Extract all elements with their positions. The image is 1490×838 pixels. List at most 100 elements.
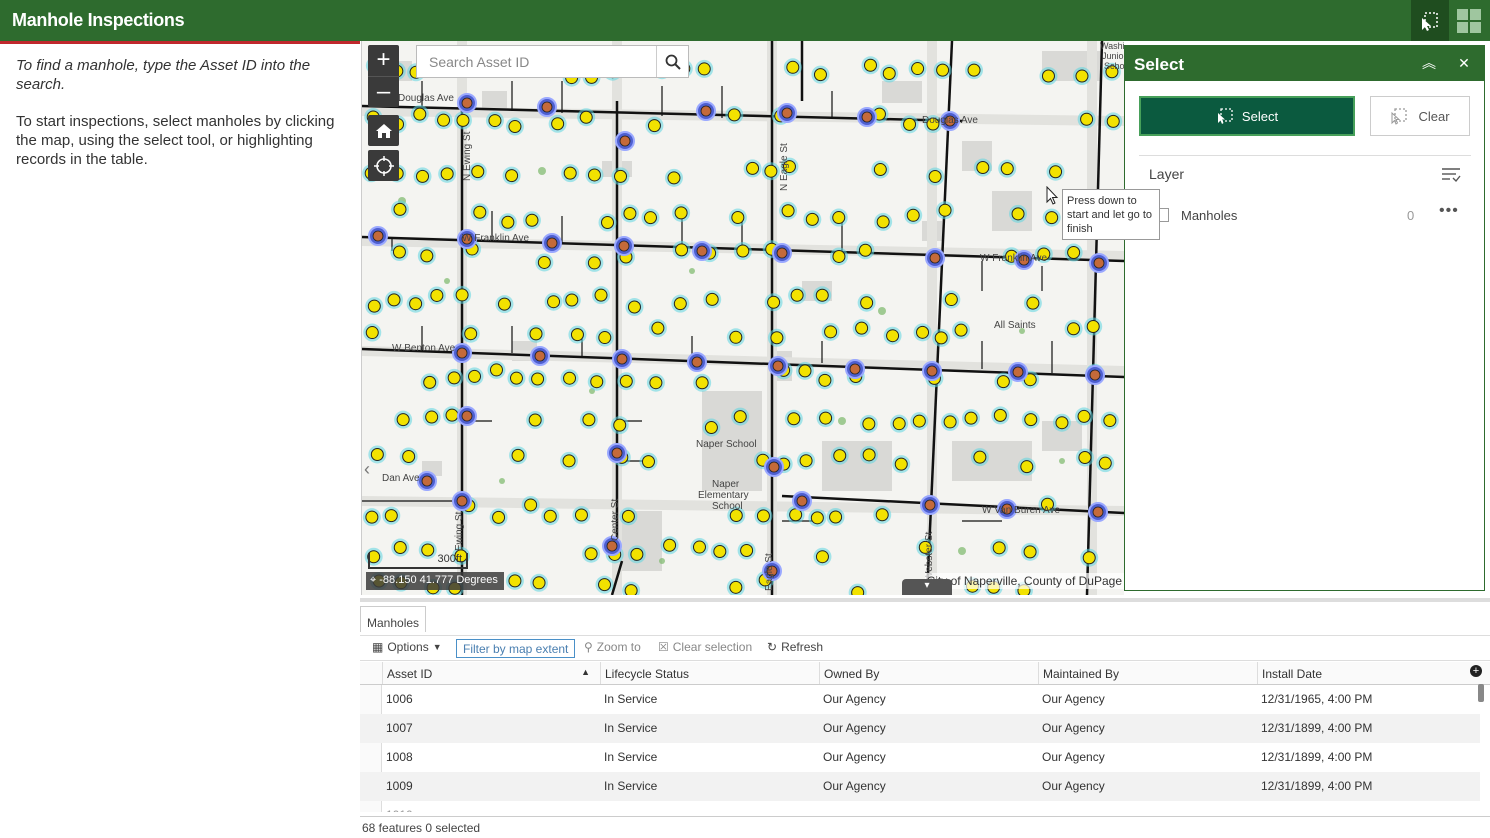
manhole-point[interactable]	[832, 211, 846, 225]
select-tool-button[interactable]	[1411, 0, 1449, 41]
manhole-point[interactable]	[489, 363, 503, 377]
manhole-point[interactable]	[746, 161, 760, 175]
manhole-point[interactable]	[936, 63, 950, 77]
manhole-point[interactable]	[1000, 162, 1014, 176]
manhole-point[interactable]	[370, 447, 384, 461]
column-header-lifecycle[interactable]: Lifecycle Status	[600, 662, 819, 684]
manhole-point[interactable]	[529, 327, 543, 341]
manhole-point[interactable]	[551, 117, 565, 131]
manhole-point[interactable]	[565, 293, 579, 307]
manhole-point[interactable]	[413, 107, 427, 121]
manhole-point[interactable]	[976, 161, 990, 175]
manhole-point[interactable]	[733, 410, 747, 424]
manhole-point[interactable]	[973, 450, 987, 464]
manhole-point[interactable]	[621, 509, 635, 523]
manhole-point[interactable]	[996, 375, 1010, 389]
manhole-point[interactable]	[471, 165, 485, 179]
manhole-point[interactable]	[456, 113, 470, 127]
manhole-point[interactable]	[1067, 246, 1081, 260]
manhole-point[interactable]	[993, 408, 1007, 422]
manhole-point[interactable]	[365, 326, 379, 340]
manhole-point[interactable]	[590, 375, 604, 389]
manhole-point[interactable]	[537, 255, 551, 269]
more-options-icon[interactable]: •••	[1439, 202, 1459, 220]
collapse-left-panel-button[interactable]: ‹	[364, 459, 370, 480]
manhole-point[interactable]	[587, 256, 601, 270]
manhole-point[interactable]	[815, 288, 829, 302]
manhole-point[interactable]	[781, 204, 795, 218]
manhole-point[interactable]	[1067, 322, 1081, 336]
manhole-point[interactable]	[705, 292, 719, 306]
manhole-point[interactable]	[1103, 414, 1117, 428]
manhole-point[interactable]	[938, 203, 952, 217]
manhole-point[interactable]	[667, 171, 681, 185]
manhole-point[interactable]	[392, 245, 406, 259]
clear-selection-button[interactable]: ☒ Clear selection	[658, 640, 752, 654]
manhole-point[interactable]	[619, 374, 633, 388]
manhole-point[interactable]	[425, 410, 439, 424]
manhole-point[interactable]	[934, 331, 948, 345]
manhole-point[interactable]	[729, 580, 743, 594]
manhole-point[interactable]	[851, 586, 865, 595]
manhole-point[interactable]	[805, 212, 819, 226]
manhole-point[interactable]	[509, 371, 523, 385]
manhole-point[interactable]	[1082, 551, 1096, 565]
manhole-point[interactable]	[911, 62, 925, 76]
manhole-point[interactable]	[579, 110, 593, 124]
manhole-point[interactable]	[767, 295, 781, 309]
table-row[interactable]: 1009 In Service Our Agency Our Agency 12/31/…	[360, 772, 1480, 801]
table-row[interactable]: 1007 In Service Our Agency Our Agency 12/31/…	[360, 714, 1480, 743]
manhole-point[interactable]	[598, 578, 612, 592]
manhole-point[interactable]	[547, 295, 561, 309]
manhole-point[interactable]	[614, 169, 628, 183]
coordinate-readout[interactable]: ⌖ -88.150 41.777 Degrees	[366, 572, 504, 590]
manhole-point[interactable]	[531, 372, 545, 386]
manhole-point[interactable]	[501, 215, 515, 229]
manhole-point[interactable]	[508, 574, 522, 588]
manhole-point[interactable]	[1055, 416, 1069, 430]
column-header-install-date[interactable]: Install Date	[1257, 662, 1477, 684]
options-menu-button[interactable]: ▦ Options ▼	[372, 640, 442, 654]
manhole-point[interactable]	[855, 321, 869, 335]
manhole-point[interactable]	[787, 412, 801, 426]
manhole-point[interactable]	[1023, 545, 1037, 559]
manhole-point[interactable]	[832, 249, 846, 263]
collapse-panel-button[interactable]: ︽	[1418, 52, 1440, 74]
column-header-owned-by[interactable]: Owned By	[819, 662, 1038, 684]
manhole-point[interactable]	[598, 331, 612, 345]
manhole-point[interactable]	[740, 544, 754, 558]
manhole-point[interactable]	[882, 67, 896, 81]
manhole-point[interactable]	[543, 509, 557, 523]
manhole-point[interactable]	[409, 297, 423, 311]
manhole-point[interactable]	[786, 60, 800, 74]
manhole-point[interactable]	[584, 547, 598, 561]
manhole-point[interactable]	[1049, 165, 1063, 179]
manhole-point[interactable]	[1080, 112, 1094, 126]
manhole-point[interactable]	[473, 205, 487, 219]
manhole-point[interactable]	[387, 293, 401, 307]
map-canvas[interactable]: WashingtonJunior HigSchool Douglas AveDo…	[362, 41, 1124, 595]
manhole-point[interactable]	[393, 202, 407, 216]
manhole-point[interactable]	[1045, 211, 1059, 225]
manhole-point[interactable]	[396, 413, 410, 427]
manhole-point[interactable]	[1077, 409, 1091, 423]
zoom-in-button[interactable]: +	[368, 45, 399, 76]
manhole-point[interactable]	[525, 213, 539, 227]
manhole-point[interactable]	[492, 510, 506, 524]
manhole-point[interactable]	[468, 369, 482, 383]
tab-manholes[interactable]: Manholes	[360, 606, 426, 632]
manhole-point[interactable]	[393, 541, 407, 555]
manhole-point[interactable]	[563, 371, 577, 385]
manhole-point[interactable]	[420, 249, 434, 263]
manhole-point[interactable]	[1075, 69, 1089, 83]
manhole-point[interactable]	[674, 206, 688, 220]
manhole-point[interactable]	[903, 117, 917, 131]
manhole-point[interactable]	[892, 417, 906, 431]
manhole-point[interactable]	[695, 376, 709, 390]
table-toggle-handle[interactable]: ▾	[902, 579, 952, 595]
manhole-point[interactable]	[858, 243, 872, 257]
select-button[interactable]: Select	[1139, 96, 1355, 136]
app-launcher-button[interactable]	[1450, 0, 1488, 41]
manhole-point[interactable]	[613, 418, 627, 432]
manhole-point[interactable]	[649, 376, 663, 390]
